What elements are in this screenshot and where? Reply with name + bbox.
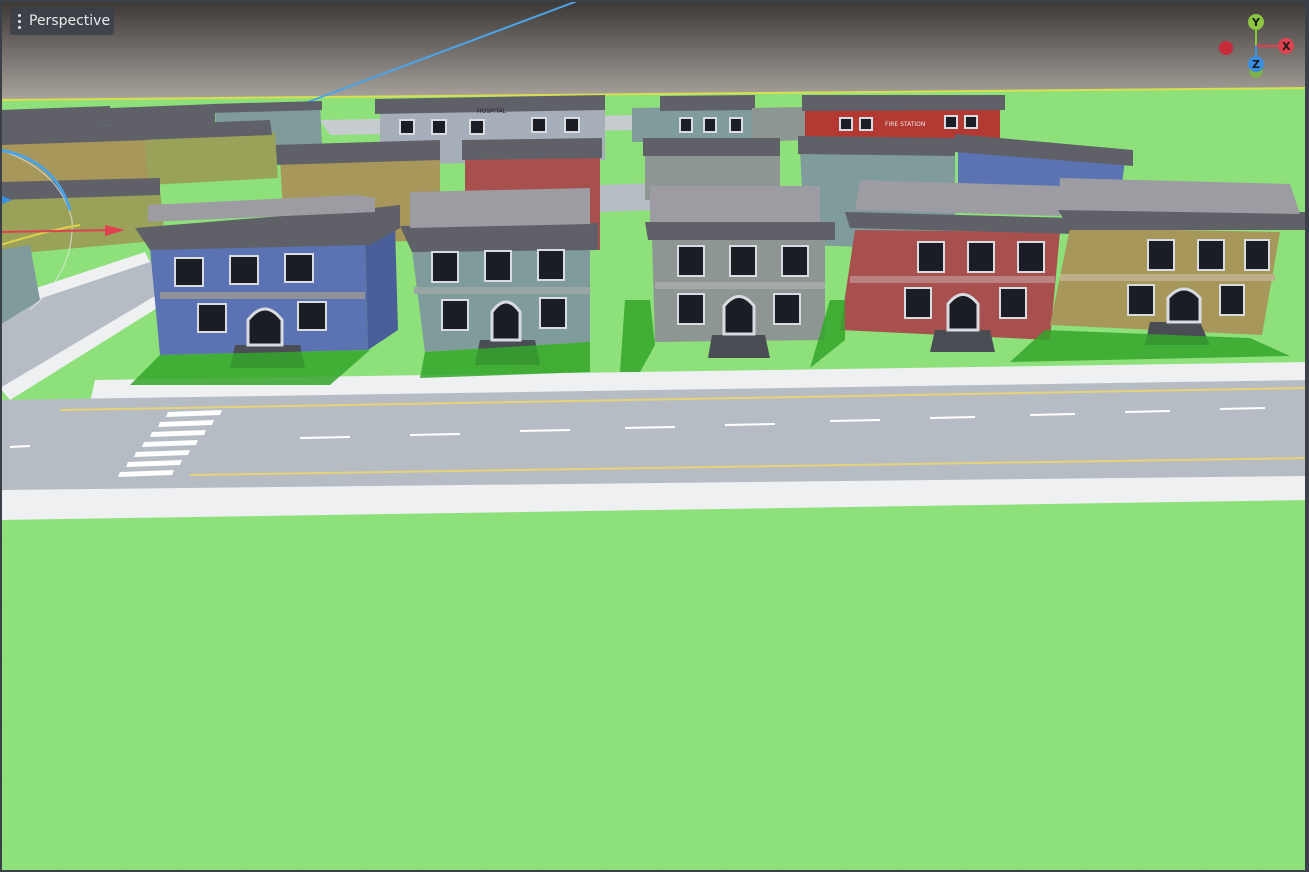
orientation-gizmo[interactable]: Y X Z bbox=[1212, 12, 1302, 82]
scene-render: HOSPITAL FIRE STATION bbox=[0, 0, 1309, 872]
gizmo-neg-x-handle bbox=[1219, 41, 1233, 55]
kebab-menu-icon bbox=[18, 13, 21, 29]
view-menu-button[interactable]: Perspective bbox=[10, 7, 114, 35]
hospital-sign: HOSPITAL bbox=[477, 108, 507, 115]
sky bbox=[0, 0, 1309, 100]
3d-viewport[interactable]: HOSPITAL FIRE STATION Perspective Y X Z bbox=[0, 0, 1309, 872]
gizmo-z-label: Z bbox=[1252, 58, 1260, 71]
view-menu-label: Perspective bbox=[29, 13, 111, 29]
fire-station-sign: FIRE STATION bbox=[885, 121, 925, 128]
gizmo-y-label: Y bbox=[1251, 16, 1261, 29]
gizmo-x-label: X bbox=[1282, 40, 1291, 53]
